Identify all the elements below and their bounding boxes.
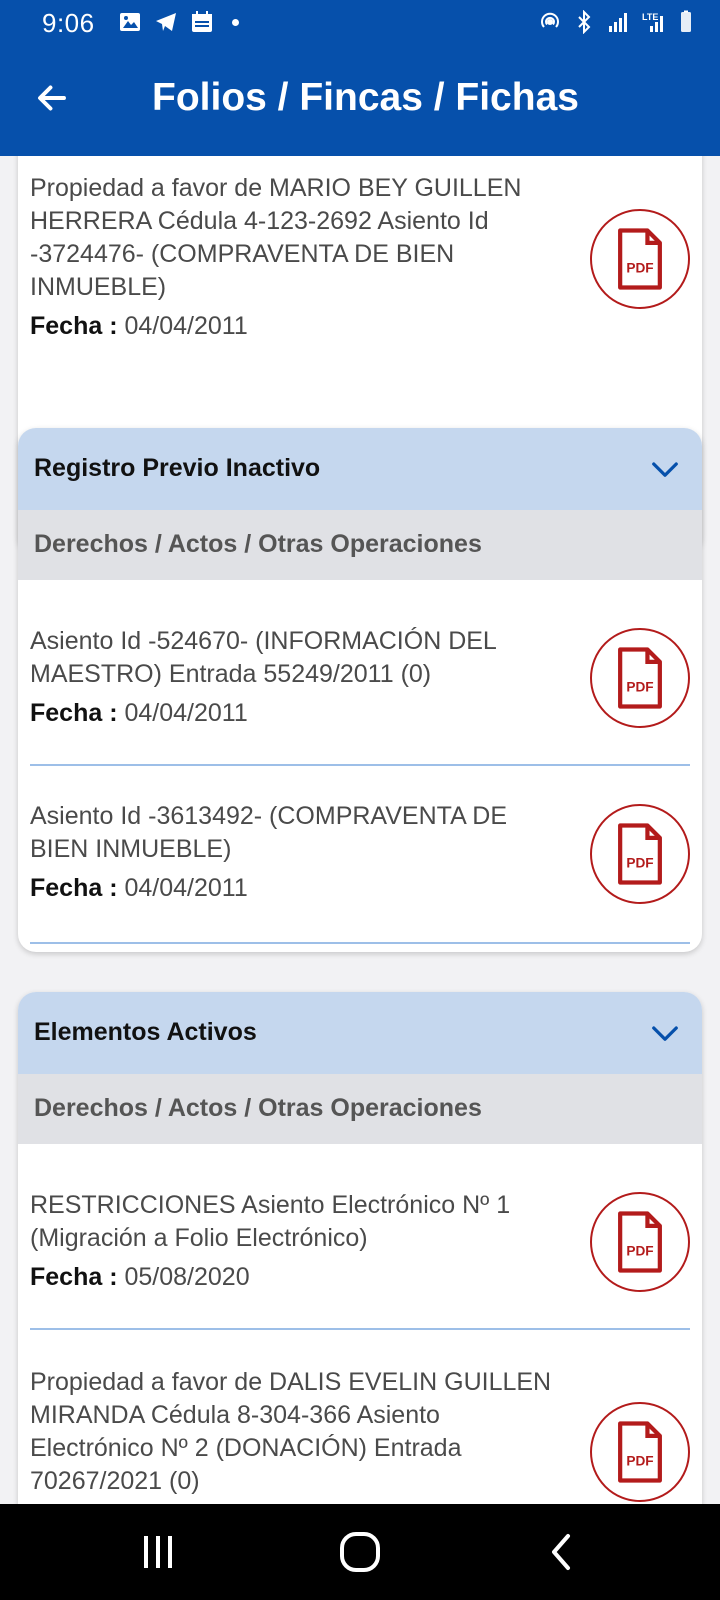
subheader-text: Derechos / Actos / Otras Operaciones (34, 1094, 482, 1122)
lte-label: LTE (642, 12, 658, 22)
entry-text: Propiedad a favor de DALIS EVELIN GUILLE… (30, 1368, 552, 1495)
list-item: RESTRICCIONES Asiento Electrónico Nº 1 (… (30, 1144, 690, 1330)
app-bar: Folios / Fincas / Fichas (0, 46, 720, 156)
recents-button[interactable] (136, 1532, 180, 1572)
pdf-icon: PDF (618, 823, 662, 885)
section-header[interactable]: Elementos Activos (18, 992, 702, 1074)
pdf-button[interactable]: PDF (590, 1402, 690, 1502)
image-icon (120, 13, 140, 31)
list-item: Asiento Id -3613492- (COMPRAVENTA DE BIE… (30, 766, 690, 944)
svg-text:PDF: PDF (626, 1244, 653, 1259)
pdf-button[interactable]: PDF (590, 1192, 690, 1292)
pdf-icon: PDF (618, 647, 662, 709)
section-subheader: Derechos / Actos / Otras Operaciones (18, 1074, 702, 1144)
date-value: 05/08/2020 (124, 1263, 250, 1291)
list-item: Asiento Id -524670- (INFORMACIÓN DEL MAE… (30, 580, 690, 766)
pdf-icon: PDF (618, 1421, 662, 1483)
arrow-left-icon (38, 85, 66, 111)
home-button[interactable] (338, 1532, 382, 1572)
date-label: Fecha : (30, 1263, 118, 1291)
chevron-down-icon (652, 1026, 678, 1041)
date-value: 04/04/2011 (124, 312, 248, 340)
signal-icon (609, 13, 627, 32)
section-title: Elementos Activos (34, 1018, 257, 1046)
pdf-button[interactable]: PDF (590, 804, 690, 904)
svg-text:PDF: PDF (626, 1454, 653, 1469)
lte-signal-icon: LTE (642, 12, 663, 32)
svg-text:PDF: PDF (626, 261, 653, 276)
screen: 9:06 LTE Folios / Fincas / Fichas Propie… (0, 0, 720, 1600)
entry-text: Propiedad a favor de MARIO BEY GUILLEN H… (30, 174, 522, 301)
svg-text:PDF: PDF (626, 680, 653, 695)
entry-date: Fecha : 04/04/2011 (30, 312, 690, 341)
subheader-text: Derechos / Actos / Otras Operaciones (34, 530, 482, 558)
pdf-icon: PDF (618, 1211, 662, 1273)
notification-dot-icon (232, 18, 239, 26)
date-label: Fecha : (30, 312, 118, 340)
content-scroll-area[interactable]: Propiedad a favor de MARIO BEY GUILLEN H… (0, 156, 720, 1504)
entry-date: Fecha : 04/04/2011 (30, 874, 690, 903)
status-bar: 9:06 LTE (0, 0, 720, 46)
section-title: Registro Previo Inactivo (34, 454, 321, 482)
calendar-icon (192, 11, 212, 32)
page-title: Folios / Fincas / Fichas (152, 76, 579, 119)
section-registro-previo-inactivo: Registro Previo Inactivo Derechos / Acto… (18, 428, 702, 952)
back-nav-button[interactable] (540, 1532, 584, 1572)
telegram-icon (156, 13, 176, 31)
svg-text:PDF: PDF (626, 856, 653, 871)
date-value: 04/04/2011 (124, 699, 248, 727)
list-item: Propiedad a favor de DALIS EVELIN GUILLE… (30, 1330, 690, 1504)
entry-text: RESTRICCIONES Asiento Electrónico Nº 1 (… (30, 1191, 511, 1252)
status-time: 9:06 (42, 8, 95, 38)
chevron-down-icon (652, 462, 678, 477)
date-value: 04/04/2011 (124, 874, 248, 902)
date-label: Fecha : (30, 874, 118, 902)
status-right-icons: LTE (538, 10, 698, 34)
pdf-button[interactable]: PDF (590, 628, 690, 728)
entry-date: Fecha : 04/04/2011 (30, 699, 690, 728)
section-header[interactable]: Registro Previo Inactivo (18, 428, 702, 510)
hotspot-icon (541, 12, 559, 28)
status-left-icons (118, 10, 239, 34)
entry-text: Asiento Id -3613492- (COMPRAVENTA DE BIE… (30, 802, 508, 863)
section-elementos-activos: Elementos Activos Derechos / Actos / Otr… (18, 992, 702, 1504)
entry-date: Fecha : 05/08/2020 (30, 1263, 690, 1292)
section-subheader: Derechos / Actos / Otras Operaciones (18, 510, 702, 580)
system-nav-bar (0, 1504, 720, 1600)
pdf-icon: PDF (618, 228, 662, 290)
bluetooth-icon (578, 10, 591, 34)
battery-icon (681, 10, 691, 32)
back-button[interactable] (30, 76, 74, 120)
entry-text: Asiento Id -524670- (INFORMACIÓN DEL MAE… (30, 627, 496, 688)
pdf-button[interactable]: PDF (590, 209, 690, 309)
date-label: Fecha : (30, 699, 118, 727)
